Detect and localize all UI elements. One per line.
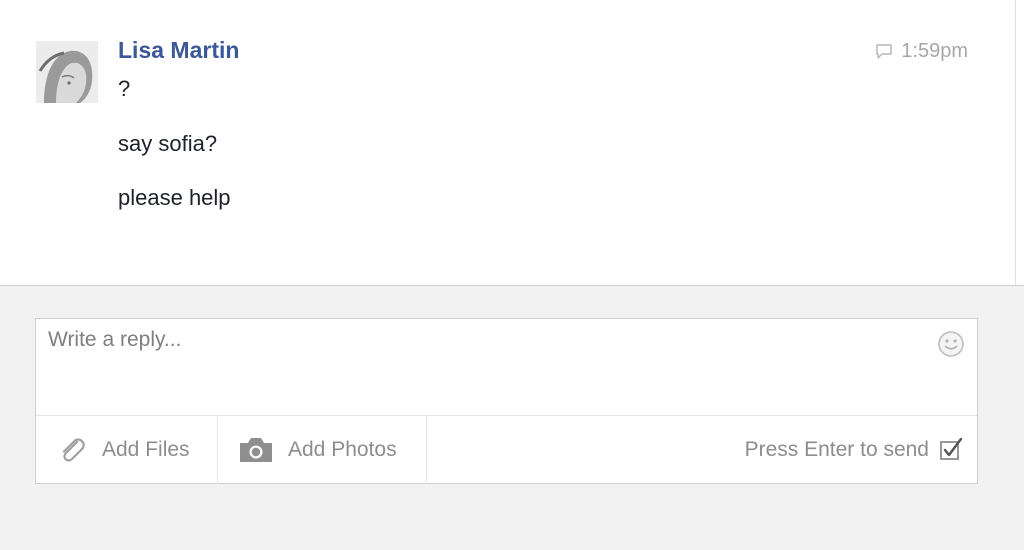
message-line: say sofia? xyxy=(118,131,218,156)
composer-region: Add Files Add Photos Press Enter to send xyxy=(0,285,1024,550)
paperclip-icon xyxy=(56,434,88,466)
message-bubble-icon xyxy=(875,43,893,60)
message-line: please help xyxy=(118,185,231,210)
reply-input[interactable] xyxy=(36,319,977,415)
add-files-label: Add Files xyxy=(102,438,190,461)
conversation-view: Lisa Martin 1:59pm ? say sofia? please h… xyxy=(0,0,1024,550)
press-enter-label: Press Enter to send xyxy=(744,438,929,461)
camera-icon xyxy=(238,436,274,464)
message-line: ? xyxy=(118,76,131,101)
press-enter-to-send: Press Enter to send xyxy=(745,416,977,484)
avatar[interactable] xyxy=(36,41,98,103)
message-timestamp: 1:59pm xyxy=(875,40,968,63)
message-thread: Lisa Martin 1:59pm ? say sofia? please h… xyxy=(0,0,1016,285)
sender-name-link[interactable]: Lisa Martin xyxy=(118,37,239,64)
add-files-button[interactable]: Add Files xyxy=(36,416,218,484)
checkbox-icon[interactable] xyxy=(939,437,963,462)
reply-composer: Add Files Add Photos Press Enter to send xyxy=(35,318,978,484)
add-photos-label: Add Photos xyxy=(288,438,397,461)
smiley-icon[interactable] xyxy=(937,330,965,358)
timestamp-text: 1:59pm xyxy=(901,40,968,62)
profile-photo xyxy=(36,41,98,103)
composer-toolbar: Add Files Add Photos Press Enter to send xyxy=(36,415,977,484)
add-photos-button[interactable]: Add Photos xyxy=(218,416,427,484)
